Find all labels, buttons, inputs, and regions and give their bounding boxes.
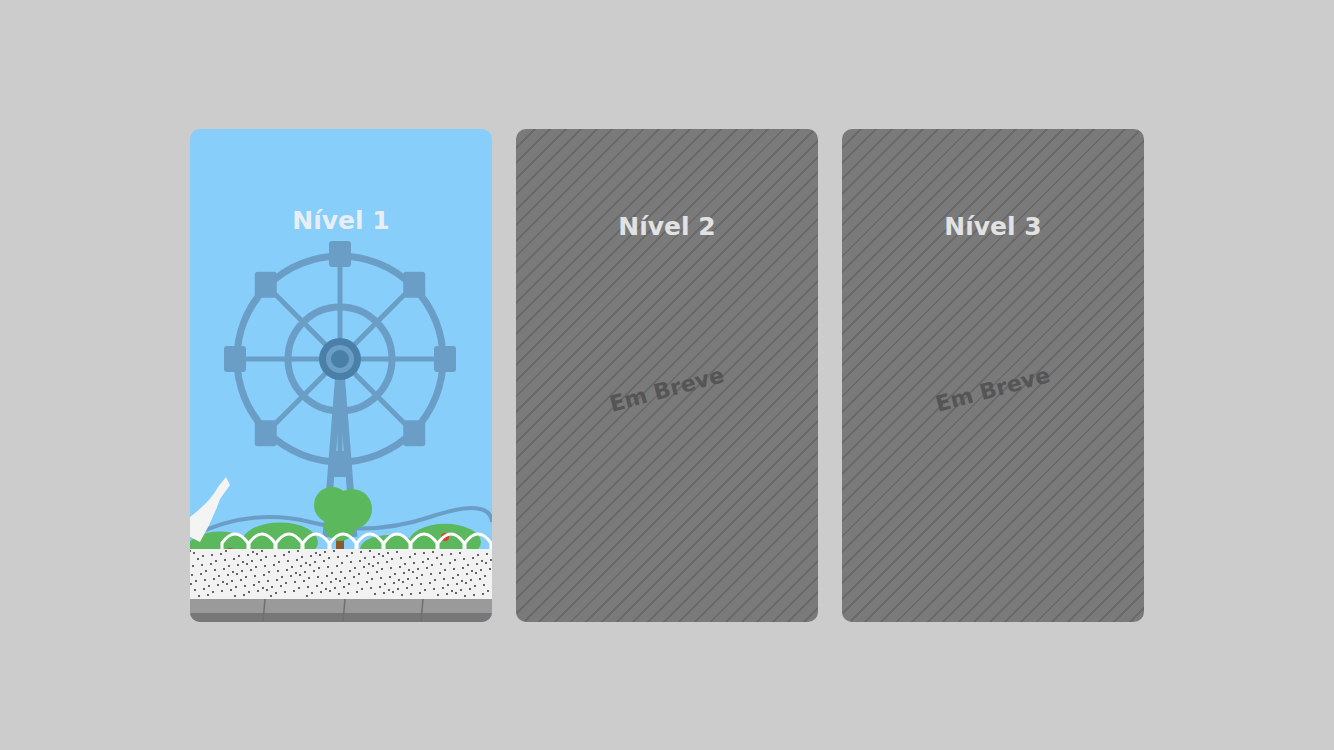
level-list: Nível 1 Nível 2 Em Breve Nível 3 Em Breve <box>190 129 1144 622</box>
level-title: Nível 1 <box>292 205 389 237</box>
ferris-wheel-icon <box>190 237 492 622</box>
level-card: Nível 3 Em Breve <box>842 129 1144 622</box>
coming-soon-label: Em Breve <box>598 356 735 422</box>
level-title: Nível 2 <box>618 211 715 243</box>
level-title: Nível 3 <box>944 211 1041 243</box>
level-card[interactable]: Nível 1 <box>190 129 492 622</box>
coming-soon-label: Em Breve <box>924 356 1061 422</box>
level-card: Nível 2 Em Breve <box>516 129 818 622</box>
